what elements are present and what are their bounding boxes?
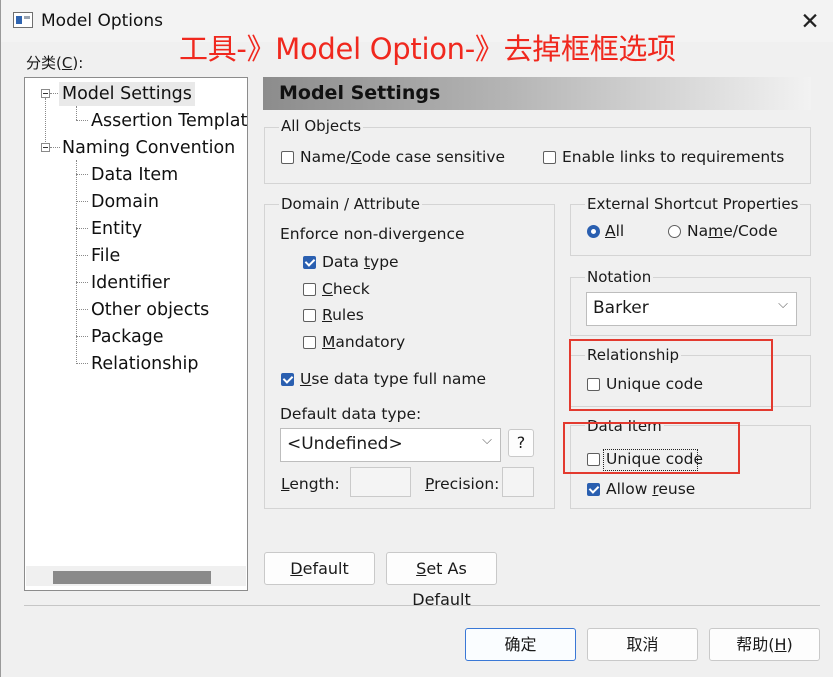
checkbox-name-code-case[interactable] [281,151,294,164]
set-as-default-button[interactable]: Set As Default [386,552,497,609]
close-icon[interactable]: ✕ [796,8,824,36]
tree-item-entity[interactable]: Entity [91,217,142,241]
horizontal-scrollbar[interactable] [26,566,246,586]
checkbox-use-full-name[interactable] [281,373,294,386]
radio-name-code[interactable] [668,225,681,238]
precision-field[interactable] [502,467,534,497]
checkbox-rules[interactable] [303,309,316,322]
label-default-data-type: Default data type: [280,405,422,423]
tree-connector [76,309,88,310]
checkbox-mandatory[interactable] [303,336,316,349]
label-enable-links: Enable links to requirements [562,148,785,166]
group-title-all-objects: All Objects [279,117,364,135]
label-allow-reuse: Allow reuse [606,480,696,498]
checkbox-allow-reuse[interactable] [587,483,600,496]
tree-connector [76,174,88,175]
checkbox-data-type[interactable] [303,256,316,269]
panel-header: Model Settings [263,77,811,110]
annotation-text: 工具-》Model Option-》去掉框框选项 [179,32,676,66]
app-window-icon [13,12,33,28]
tree-connector [50,147,60,148]
notation-value: Barker [593,298,649,318]
label-precision: Precision: [425,475,500,493]
tree-connector [76,120,88,121]
label-mandatory: Mandatory [322,333,406,351]
cancel-button[interactable]: 取消 [587,628,698,661]
model-options-dialog: Model Options ✕ 工具-》Model Option-》去掉框框选项… [0,0,833,677]
tree-item-identifier[interactable]: Identifier [91,271,170,295]
label-length: Length: [281,475,340,493]
tree-item-model-settings[interactable]: Model Settings [59,82,195,106]
tree-item-domain[interactable]: Domain [91,190,159,214]
checkbox-enable-links[interactable] [543,151,556,164]
tree-item-package[interactable]: Package [91,325,164,349]
tree-item-naming-convention[interactable]: Naming Convention [62,136,235,160]
group-domain-attribute [264,204,555,509]
footer-separator [24,605,820,606]
tree-connector [76,228,88,229]
highlight-box-relationship [569,339,773,411]
notation-combo[interactable]: Barker ⌵ [586,292,797,326]
default-data-type-combo[interactable]: <Undefined> ⌵ [280,428,501,462]
help-question-button[interactable]: ? [508,429,534,457]
group-title-external-shortcut: External Shortcut Properties [585,195,801,213]
collapse-icon[interactable] [41,89,50,98]
collapse-icon[interactable] [41,143,50,152]
tree-connector [76,201,88,202]
default-button[interactable]: Default [264,552,375,585]
tree-item-file[interactable]: File [91,244,120,268]
chevron-down-icon: ⌵ [778,297,788,312]
chevron-down-icon: ⌵ [482,433,492,448]
radio-all[interactable] [587,225,600,238]
ok-button[interactable]: 确定 [465,628,576,661]
group-title-domain-attribute: Domain / Attribute [279,195,423,213]
category-tree[interactable]: Model Settings Assertion Templat Naming … [24,77,248,591]
tree-connector [76,255,88,256]
tree-connector [76,160,77,364]
label-name-code-case: Name/Code case sensitive [300,148,506,166]
checkbox-check[interactable] [303,283,316,296]
category-label: 分类(C): [26,54,84,72]
highlight-box-data-item [563,422,740,474]
tree-connector [50,93,58,94]
tree-connector [76,106,77,120]
tree-connector [76,282,88,283]
tree-item-assertion-templates[interactable]: Assertion Templat [91,109,247,133]
tree-connector [76,363,88,364]
label-name-code: Name/Code [687,222,778,240]
tree-item-data-item[interactable]: Data Item [91,163,178,187]
scrollbar-thumb[interactable] [53,571,211,584]
help-button[interactable]: 帮助(H) [709,628,820,661]
window-title: Model Options [41,11,164,31]
default-data-type-value: <Undefined> [287,434,403,454]
label-rules: Rules [322,306,364,324]
tree-item-other-objects[interactable]: Other objects [91,298,209,322]
label-data-type: Data type [322,253,399,271]
length-field[interactable] [350,467,411,497]
label-enforce-non-divergence: Enforce non-divergence [280,225,465,243]
tree-item-relationship[interactable]: Relationship [91,352,198,376]
label-use-full-name: Use data type full name [300,370,487,388]
label-check: Check [322,280,370,298]
tree-connector [76,336,88,337]
label-all: All [605,222,625,240]
panel-title: Model Settings [279,82,441,104]
group-title-notation: Notation [585,268,654,286]
